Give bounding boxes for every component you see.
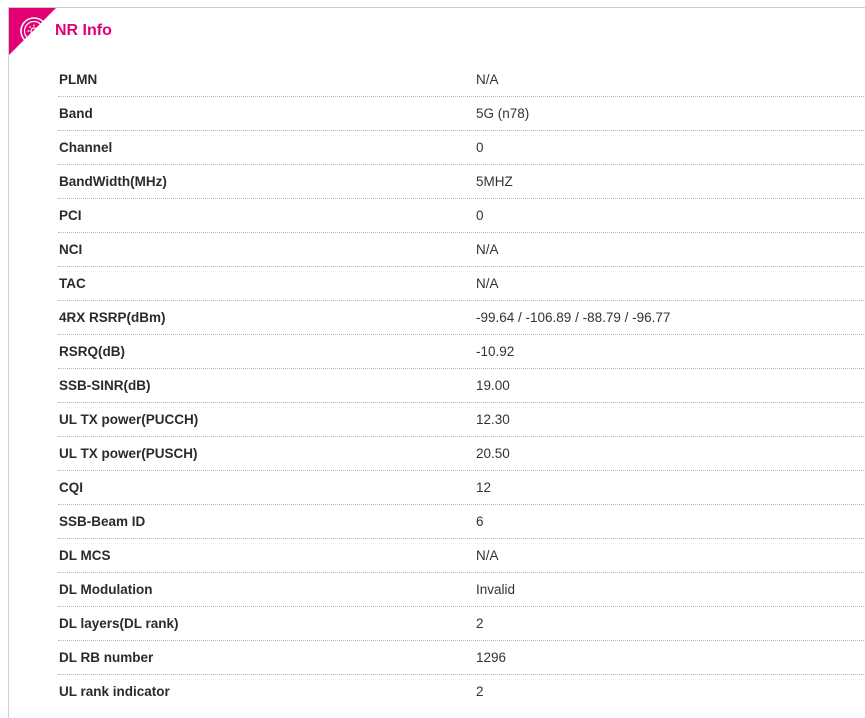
row-label: NCI [59, 242, 83, 257]
row-label: SSB-Beam ID [59, 514, 146, 529]
row-label: Band [59, 106, 93, 121]
row-label: RSRQ(dB) [59, 344, 125, 359]
row-value: 19.00 [476, 378, 510, 393]
row-value: 2 [476, 616, 484, 631]
row-value: 1296 [476, 650, 507, 665]
row-label: PLMN [59, 72, 98, 87]
table-row: UL TX power(PUCCH) 12.30 [58, 403, 865, 437]
table-row: 4RX RSRP(dBm) -99.64 / -106.89 / -88.79 /… [58, 301, 865, 335]
nr-info-panel: NR Info PLMN N/A Band 5G (n78) Channel 0 BandW… [8, 7, 865, 718]
row-label: TAC [59, 276, 86, 291]
row-label: UL rank indicator [59, 684, 170, 699]
row-value: 12.30 [476, 412, 510, 427]
row-value: -10.92 [476, 344, 515, 359]
row-value: N/A [476, 242, 499, 257]
row-value: 12 [476, 480, 492, 495]
row-value: N/A [476, 548, 499, 563]
table-row: DL RB number 1296 [58, 641, 865, 675]
row-value: 0 [476, 140, 484, 155]
table-row: TAC N/A [58, 267, 865, 301]
table-row: DL Modulation Invalid [58, 573, 865, 607]
row-label: SSB-SINR(dB) [59, 378, 151, 393]
table-row: UL TX power(PUSCH) 20.50 [58, 437, 865, 471]
panel-title: NR Info [55, 22, 112, 39]
row-value: 5MHZ [476, 174, 513, 189]
info-table: PLMN N/A Band 5G (n78) Channel 0 BandWidth(MHz… [58, 63, 865, 708]
row-label: UL TX power(PUCCH) [59, 412, 199, 427]
row-value: 6 [476, 514, 484, 529]
row-label: CQI [59, 480, 84, 495]
table-row: RSRQ(dB) -10.92 [58, 335, 865, 369]
row-value: Invalid [476, 582, 516, 597]
row-label: BandWidth(MHz) [59, 174, 167, 189]
row-label: DL layers(DL rank) [59, 616, 179, 631]
row-label: UL TX power(PUSCH) [59, 446, 198, 461]
row-label: Channel [59, 140, 113, 155]
row-value: 5G (n78) [476, 106, 530, 121]
row-value: N/A [476, 72, 499, 87]
settings-badge-icon [20, 17, 48, 45]
table-row: DL layers(DL rank) 2 [58, 607, 865, 641]
row-value: 2 [476, 684, 484, 699]
table-row: Band 5G (n78) [58, 97, 865, 131]
table-row: PCI 0 [58, 199, 865, 233]
table-row: CQI 12 [58, 471, 865, 505]
table-row: UL rank indicator 2 [58, 675, 865, 708]
table-row: BandWidth(MHz) 5MHZ [58, 165, 865, 199]
table-row: NCI N/A [58, 233, 865, 267]
row-label: 4RX RSRP(dBm) [59, 310, 166, 325]
row-value: 20.50 [476, 446, 510, 461]
row-value: -99.64 / -106.89 / -88.79 / -96.77 [476, 310, 671, 325]
row-label: PCI [59, 208, 82, 223]
row-label: DL Modulation [59, 582, 153, 597]
table-row: SSB-SINR(dB) 19.00 [58, 369, 865, 403]
table-row: SSB-Beam ID 6 [58, 505, 865, 539]
row-label: DL RB number [59, 650, 154, 665]
row-value: 0 [476, 208, 484, 223]
table-row: PLMN N/A [58, 63, 865, 97]
table-row: DL MCS N/A [58, 539, 865, 573]
row-value: N/A [476, 276, 499, 291]
row-label: DL MCS [59, 548, 111, 563]
table-row: Channel 0 [58, 131, 865, 165]
